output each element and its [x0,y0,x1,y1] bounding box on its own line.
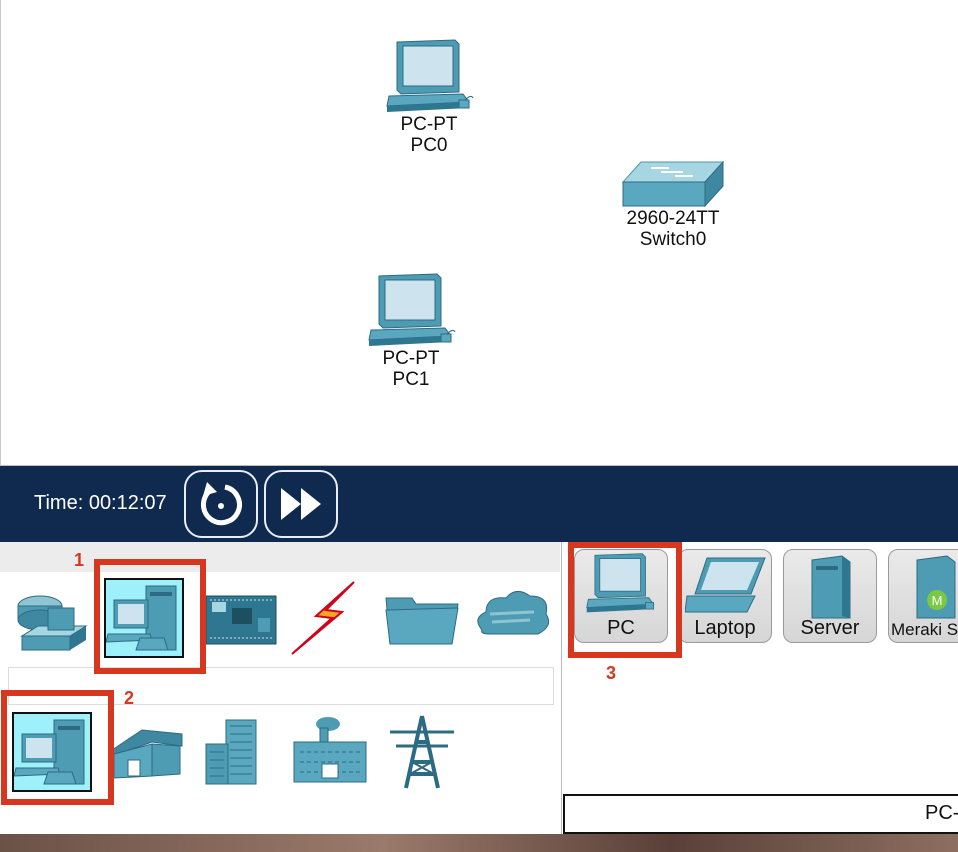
annotation-box-3 [568,542,682,658]
pc-icon [386,39,474,112]
device-name-label: Switch0 [639,229,707,250]
misc-icon [385,597,459,645]
packet-tracer-window: PC-PT PC0 2960-24TT Switch0 PC-PT PC1 Ti… [0,0,958,852]
connections-icon [291,581,355,655]
device-model-label: PC-PT [382,348,440,369]
fast-forward-button[interactable] [264,470,338,538]
reset-time-button[interactable] [184,470,258,538]
annotation-box-1 [94,559,206,674]
pc-icon [368,273,456,346]
device-pc0[interactable]: PC-PT PC0 [381,38,477,156]
category-multiuser[interactable] [472,578,552,658]
device-name-label: PC0 [410,135,448,156]
device-description-bar: PC- [563,794,958,834]
time-label: Time: 00:12:07 [34,492,167,514]
subcategory-industrial[interactable] [290,712,370,792]
annotation-number-1: 1 [74,550,85,570]
subcategory-home[interactable] [106,712,186,792]
device-switch0[interactable]: 2960-24TT Switch0 [617,160,729,250]
multiuser-icon [477,591,550,635]
switch-icon [621,160,725,208]
logical-workspace[interactable]: PC-PT PC0 2960-24TT Switch0 PC-PT PC1 [0,0,958,466]
annotation-number-3: 3 [606,663,617,683]
components-icon [205,595,277,645]
subcategory-smart-city[interactable] [198,712,278,792]
meraki-server-icon: M [916,555,956,619]
device-pc1[interactable]: PC-PT PC1 [363,272,459,390]
home-icon [111,729,183,779]
desktop-background [0,834,958,852]
category-components[interactable] [202,578,282,658]
smart-city-icon [205,719,257,785]
device-tile-laptop[interactable]: Laptop [678,549,772,643]
device-model-label: PC-PT [400,114,458,135]
device-tile-label: Server [800,617,860,639]
category-connections[interactable] [288,578,368,658]
annotation-box-2 [1,690,114,805]
annotation-number-2: 2 [124,688,135,708]
device-model-label: 2960-24TT [626,208,720,229]
device-tile-server[interactable]: Server [783,549,877,643]
device-tile-label: Laptop [694,617,756,639]
server-icon [811,555,851,619]
category-miscellaneous[interactable] [382,578,462,658]
device-tile-meraki-server[interactable]: M Meraki Ser [888,549,958,643]
reset-time-icon [200,482,242,526]
subcategory-power-grid[interactable] [382,712,462,792]
industrial-icon [293,717,367,783]
device-name-label: PC1 [392,369,430,390]
power-grid-icon [390,715,454,789]
network-devices-icon [17,595,88,651]
laptop-icon [685,557,766,613]
category-network-devices[interactable] [12,578,92,658]
device-description-text: PC- [925,802,958,824]
fast-forward-icon [281,488,321,520]
device-tile-label: Meraki Ser [891,620,958,639]
svg-text:M: M [932,593,943,608]
